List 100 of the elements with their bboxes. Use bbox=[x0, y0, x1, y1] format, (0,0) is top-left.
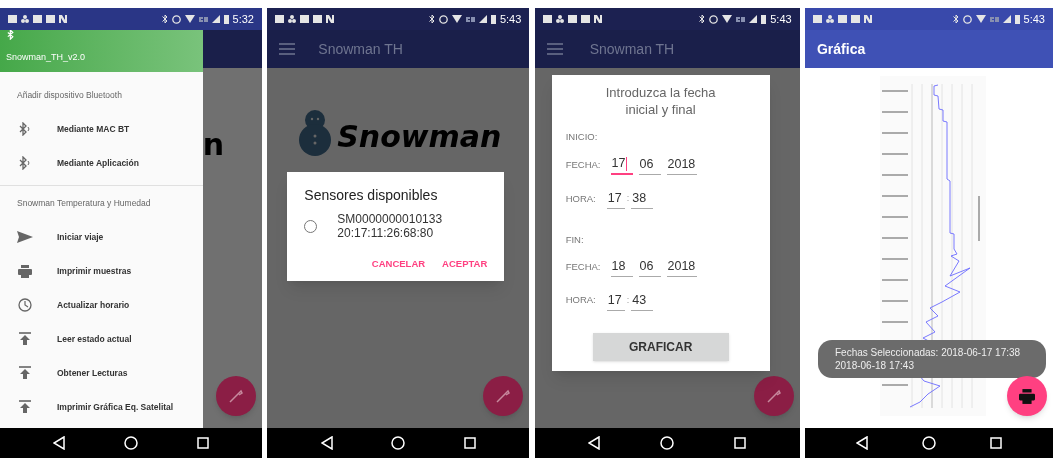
back-icon[interactable] bbox=[320, 436, 333, 450]
app-title: Gráfica bbox=[817, 39, 866, 59]
drawer-item[interactable]: Obtener Lecturas bbox=[0, 356, 203, 390]
sensor-address: 20:17:11:26:68:80 bbox=[337, 226, 435, 240]
time-separator: : bbox=[626, 294, 630, 307]
field-label: FECHA: bbox=[565, 157, 601, 172]
mail-icon bbox=[8, 15, 17, 23]
home-icon[interactable] bbox=[124, 436, 138, 450]
bluetooth-icon bbox=[428, 14, 435, 24]
graph-button[interactable]: GRAFICAR bbox=[592, 332, 729, 361]
number-field[interactable]: 2018 bbox=[666, 257, 697, 277]
dots-icon bbox=[288, 15, 297, 23]
clock-icon bbox=[18, 298, 32, 312]
back-icon[interactable] bbox=[588, 436, 601, 450]
bluetooth-icon bbox=[161, 14, 168, 24]
dots-icon bbox=[826, 15, 834, 23]
wifi-icon bbox=[451, 15, 462, 23]
back-icon[interactable] bbox=[856, 436, 868, 450]
number-field[interactable]: 17 bbox=[606, 290, 625, 311]
drawer-item[interactable]: Mediante MAC BT bbox=[0, 112, 203, 146]
clock-time: 5:43 bbox=[1023, 11, 1045, 27]
image-icon bbox=[580, 15, 590, 23]
mail-icon bbox=[275, 15, 285, 23]
wifi-icon bbox=[722, 15, 733, 23]
battery-icon bbox=[761, 14, 767, 24]
clock-time: 5:43 bbox=[770, 11, 792, 27]
battery-icon bbox=[1014, 14, 1020, 24]
printer-icon bbox=[18, 264, 32, 278]
printer-icon bbox=[1019, 388, 1035, 404]
mail-icon bbox=[33, 15, 42, 23]
menu-icon[interactable] bbox=[546, 43, 563, 55]
sensor-name: SM0000000010133 bbox=[337, 212, 443, 226]
field-label: FECHA: bbox=[565, 259, 601, 274]
n-logo-icon bbox=[593, 15, 602, 23]
back-icon[interactable] bbox=[53, 436, 66, 450]
recents-icon[interactable] bbox=[196, 437, 209, 449]
clock-time: 5:43 bbox=[499, 11, 522, 27]
menu-icon[interactable] bbox=[279, 43, 296, 55]
recents-icon[interactable] bbox=[990, 437, 1002, 449]
battery-icon bbox=[223, 14, 229, 24]
field-label: HORA: bbox=[565, 191, 596, 206]
drawer-item[interactable]: Leer estado actual bbox=[0, 322, 203, 356]
alarm-icon bbox=[709, 14, 719, 24]
drawer-item[interactable]: Mediante Aplicación bbox=[0, 146, 203, 180]
bluetooth-icon bbox=[18, 156, 32, 170]
send-icon bbox=[17, 230, 33, 244]
n-logo-icon bbox=[326, 15, 335, 23]
drawer-item[interactable]: Imprimir muestras bbox=[0, 254, 203, 288]
wifi-icon bbox=[184, 15, 195, 23]
signal-icon bbox=[211, 15, 220, 23]
dialog-title: Sensores disponibles bbox=[304, 186, 439, 205]
wrench-icon bbox=[229, 389, 243, 403]
upload-icon bbox=[19, 366, 31, 380]
dots-icon bbox=[555, 15, 564, 23]
n-logo-icon bbox=[864, 15, 872, 23]
upload-icon bbox=[19, 400, 31, 414]
bluetooth-icon bbox=[699, 14, 706, 24]
mail-icon bbox=[838, 15, 847, 23]
network-type-icon bbox=[465, 16, 475, 22]
alarm-icon bbox=[438, 14, 448, 24]
signal-icon bbox=[478, 15, 487, 23]
field-label: HORA: bbox=[565, 293, 596, 308]
logo-text: Snowman bbox=[337, 122, 502, 152]
number-field[interactable]: 06 bbox=[638, 257, 661, 277]
image-icon bbox=[851, 15, 860, 23]
recents-icon[interactable] bbox=[463, 437, 476, 449]
bluetooth-icon bbox=[18, 122, 32, 136]
signal-icon bbox=[1002, 15, 1011, 23]
section-header: Añadir dispositivo Bluetooth bbox=[17, 88, 122, 102]
number-field[interactable]: 17 bbox=[610, 154, 633, 175]
image-icon bbox=[313, 15, 323, 23]
alarm-icon bbox=[962, 14, 972, 24]
drawer-item[interactable]: Imprimir Gráfica Eq. Satelital bbox=[0, 390, 203, 424]
home-icon[interactable] bbox=[391, 436, 406, 450]
recents-icon[interactable] bbox=[733, 437, 746, 449]
logo-text: n bbox=[202, 130, 224, 160]
sensor-option[interactable]: SM0000000010133 20:17:11:26:68:80 bbox=[304, 212, 488, 240]
wifi-icon bbox=[975, 15, 986, 23]
time-separator: : bbox=[626, 192, 630, 206]
number-field[interactable]: 06 bbox=[638, 155, 661, 175]
drawer-item[interactable]: Iniciar viaje bbox=[0, 220, 203, 254]
battery-icon bbox=[490, 14, 496, 24]
number-field[interactable]: 2018 bbox=[666, 155, 697, 175]
dialog-heading: Introduzca la fecha inicial y final bbox=[604, 84, 717, 118]
app-title: Snowman TH bbox=[589, 39, 675, 59]
mail-icon bbox=[300, 15, 310, 23]
mail-icon bbox=[813, 15, 822, 23]
home-icon[interactable] bbox=[922, 436, 936, 450]
number-field[interactable]: 38 bbox=[631, 189, 654, 209]
number-field[interactable]: 18 bbox=[610, 257, 633, 277]
n-logo-icon bbox=[59, 15, 67, 23]
legend-mark bbox=[978, 196, 980, 241]
number-field[interactable]: 43 bbox=[631, 290, 654, 311]
number-field[interactable]: 17 bbox=[606, 189, 625, 209]
dots-icon bbox=[21, 15, 29, 23]
app-title: Snowman TH bbox=[318, 39, 403, 59]
mail-icon bbox=[542, 15, 552, 23]
network-type-icon bbox=[736, 16, 746, 22]
drawer-item[interactable]: Actualizar horario bbox=[0, 288, 203, 322]
home-icon[interactable] bbox=[660, 436, 675, 450]
